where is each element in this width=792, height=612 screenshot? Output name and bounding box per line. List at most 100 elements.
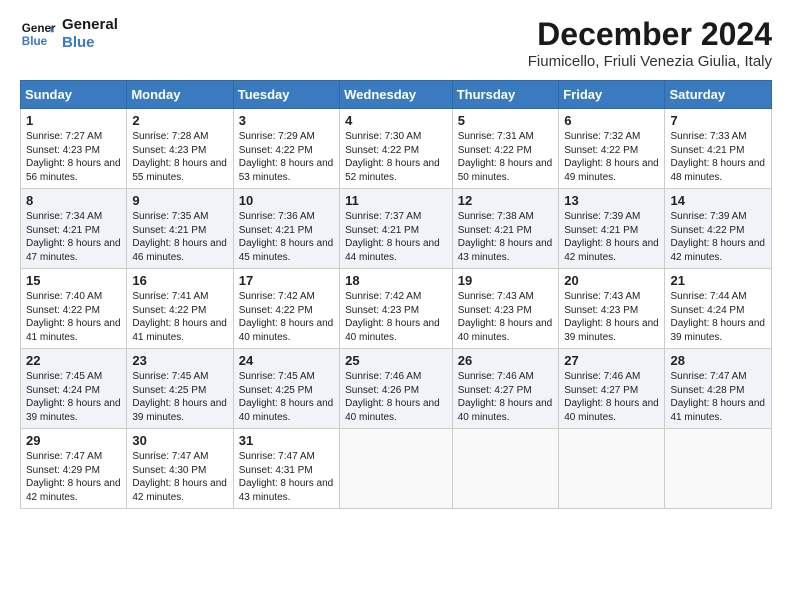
- day-number: 30: [132, 433, 227, 448]
- day-info: Sunrise: 7:39 AMSunset: 4:22 PMDaylight:…: [670, 210, 766, 264]
- table-row: 21 Sunrise: 7:44 AMSunset: 4:24 PMDayligh…: [665, 269, 772, 349]
- calendar-week-row: 22 Sunrise: 7:45 AMSunset: 4:24 PMDayligh…: [21, 349, 772, 429]
- page-title: December 2024: [528, 16, 772, 53]
- day-info: Sunrise: 7:33 AMSunset: 4:21 PMDaylight:…: [670, 130, 766, 184]
- table-row: [665, 429, 772, 509]
- day-number: 22: [26, 353, 121, 368]
- day-info: Sunrise: 7:47 AMSunset: 4:29 PMDaylight:…: [26, 450, 121, 504]
- day-info: Sunrise: 7:43 AMSunset: 4:23 PMDaylight:…: [458, 290, 554, 344]
- table-row: 5 Sunrise: 7:31 AMSunset: 4:22 PMDaylight…: [452, 109, 559, 189]
- day-number: 21: [670, 273, 766, 288]
- day-number: 1: [26, 113, 121, 128]
- table-row: [559, 429, 665, 509]
- day-info: Sunrise: 7:36 AMSunset: 4:21 PMDaylight:…: [239, 210, 334, 264]
- table-row: 11 Sunrise: 7:37 AMSunset: 4:21 PMDayligh…: [340, 189, 453, 269]
- day-number: 4: [345, 113, 447, 128]
- day-info: Sunrise: 7:42 AMSunset: 4:23 PMDaylight:…: [345, 290, 447, 344]
- day-number: 9: [132, 193, 227, 208]
- day-number: 31: [239, 433, 334, 448]
- calendar-week-row: 29 Sunrise: 7:47 AMSunset: 4:29 PMDayligh…: [21, 429, 772, 509]
- header-friday: Friday: [559, 81, 665, 109]
- table-row: 19 Sunrise: 7:43 AMSunset: 4:23 PMDayligh…: [452, 269, 559, 349]
- table-row: 8Sunrise: 7:34 AMSunset: 4:21 PMDaylight…: [21, 189, 127, 269]
- day-number: 3: [239, 113, 334, 128]
- day-info: Sunrise: 7:46 AMSunset: 4:27 PMDaylight:…: [564, 370, 659, 424]
- table-row: 27 Sunrise: 7:46 AMSunset: 4:27 PMDayligh…: [559, 349, 665, 429]
- day-info: Sunrise: 7:41 AMSunset: 4:22 PMDaylight:…: [132, 290, 227, 344]
- table-row: 1 Sunrise: 7:27 AMSunset: 4:23 PMDaylight…: [21, 109, 127, 189]
- day-number: 7: [670, 113, 766, 128]
- table-row: 25 Sunrise: 7:46 AMSunset: 4:26 PMDayligh…: [340, 349, 453, 429]
- table-row: 4 Sunrise: 7:30 AMSunset: 4:22 PMDaylight…: [340, 109, 453, 189]
- day-info: Sunrise: 7:37 AMSunset: 4:21 PMDaylight:…: [345, 210, 447, 264]
- table-row: 15 Sunrise: 7:40 AMSunset: 4:22 PMDayligh…: [21, 269, 127, 349]
- table-row: 26Sunrise: 7:46 AMSunset: 4:27 PMDayligh…: [452, 349, 559, 429]
- day-number: 27: [564, 353, 659, 368]
- day-info: Sunrise: 7:47 AMSunset: 4:28 PMDaylight:…: [670, 370, 766, 424]
- day-number: 24: [239, 353, 334, 368]
- table-row: 6Sunrise: 7:32 AMSunset: 4:22 PMDaylight…: [559, 109, 665, 189]
- day-number: 25: [345, 353, 447, 368]
- table-row: 10 Sunrise: 7:36 AMSunset: 4:21 PMDayligh…: [233, 189, 339, 269]
- table-row: 2 Sunrise: 7:28 AMSunset: 4:23 PMDaylight…: [127, 109, 233, 189]
- table-row: 22 Sunrise: 7:45 AMSunset: 4:24 PMDayligh…: [21, 349, 127, 429]
- table-row: 24 Sunrise: 7:45 AMSunset: 4:25 PMDayligh…: [233, 349, 339, 429]
- day-number: 28: [670, 353, 766, 368]
- day-info: Sunrise: 7:30 AMSunset: 4:22 PMDaylight:…: [345, 130, 447, 184]
- day-info: Sunrise: 7:27 AMSunset: 4:23 PMDaylight:…: [26, 130, 121, 184]
- day-info: Sunrise: 7:43 AMSunset: 4:23 PMDaylight:…: [564, 290, 659, 344]
- calendar-week-row: 15 Sunrise: 7:40 AMSunset: 4:22 PMDayligh…: [21, 269, 772, 349]
- title-block: December 2024 Fiumicello, Friuli Venezia…: [528, 16, 772, 70]
- logo-icon: General Blue: [20, 16, 56, 52]
- page-header: General Blue General Blue December 2024 …: [20, 16, 772, 70]
- svg-text:Blue: Blue: [22, 35, 48, 48]
- logo-name-blue: Blue: [62, 34, 118, 52]
- table-row: [340, 429, 453, 509]
- day-info: Sunrise: 7:45 AMSunset: 4:25 PMDaylight:…: [132, 370, 227, 424]
- day-number: 5: [458, 113, 554, 128]
- calendar-week-row: 1 Sunrise: 7:27 AMSunset: 4:23 PMDaylight…: [21, 109, 772, 189]
- day-number: 29: [26, 433, 121, 448]
- day-info: Sunrise: 7:32 AMSunset: 4:22 PMDaylight:…: [564, 130, 659, 184]
- day-info: Sunrise: 7:28 AMSunset: 4:23 PMDaylight:…: [132, 130, 227, 184]
- calendar-header-row: Sunday Monday Tuesday Wednesday Thursday…: [21, 81, 772, 109]
- day-number: 10: [239, 193, 334, 208]
- day-number: 15: [26, 273, 121, 288]
- table-row: 20Sunrise: 7:43 AMSunset: 4:23 PMDayligh…: [559, 269, 665, 349]
- day-info: Sunrise: 7:40 AMSunset: 4:22 PMDaylight:…: [26, 290, 121, 344]
- table-row: 9Sunrise: 7:35 AMSunset: 4:21 PMDaylight…: [127, 189, 233, 269]
- day-info: Sunrise: 7:29 AMSunset: 4:22 PMDaylight:…: [239, 130, 334, 184]
- day-number: 23: [132, 353, 227, 368]
- day-number: 14: [670, 193, 766, 208]
- day-info: Sunrise: 7:46 AMSunset: 4:26 PMDaylight:…: [345, 370, 447, 424]
- table-row: 31Sunrise: 7:47 AMSunset: 4:31 PMDayligh…: [233, 429, 339, 509]
- day-info: Sunrise: 7:47 AMSunset: 4:30 PMDaylight:…: [132, 450, 227, 504]
- table-row: 7 Sunrise: 7:33 AMSunset: 4:21 PMDaylight…: [665, 109, 772, 189]
- day-number: 18: [345, 273, 447, 288]
- day-info: Sunrise: 7:38 AMSunset: 4:21 PMDaylight:…: [458, 210, 554, 264]
- day-info: Sunrise: 7:39 AMSunset: 4:21 PMDaylight:…: [564, 210, 659, 264]
- day-number: 11: [345, 193, 447, 208]
- day-info: Sunrise: 7:45 AMSunset: 4:24 PMDaylight:…: [26, 370, 121, 424]
- day-info: Sunrise: 7:44 AMSunset: 4:24 PMDaylight:…: [670, 290, 766, 344]
- day-number: 16: [132, 273, 227, 288]
- table-row: 28 Sunrise: 7:47 AMSunset: 4:28 PMDayligh…: [665, 349, 772, 429]
- day-info: Sunrise: 7:31 AMSunset: 4:22 PMDaylight:…: [458, 130, 554, 184]
- calendar-table: Sunday Monday Tuesday Wednesday Thursday…: [20, 80, 772, 509]
- header-monday: Monday: [127, 81, 233, 109]
- table-row: 23 Sunrise: 7:45 AMSunset: 4:25 PMDayligh…: [127, 349, 233, 429]
- day-number: 26: [458, 353, 554, 368]
- day-info: Sunrise: 7:45 AMSunset: 4:25 PMDaylight:…: [239, 370, 334, 424]
- day-number: 2: [132, 113, 227, 128]
- table-row: 17Sunrise: 7:42 AMSunset: 4:22 PMDayligh…: [233, 269, 339, 349]
- table-row: 30 Sunrise: 7:47 AMSunset: 4:30 PMDayligh…: [127, 429, 233, 509]
- header-tuesday: Tuesday: [233, 81, 339, 109]
- table-row: 14 Sunrise: 7:39 AMSunset: 4:22 PMDayligh…: [665, 189, 772, 269]
- table-row: 12 Sunrise: 7:38 AMSunset: 4:21 PMDayligh…: [452, 189, 559, 269]
- logo-name: General: [62, 16, 118, 34]
- calendar-week-row: 8Sunrise: 7:34 AMSunset: 4:21 PMDaylight…: [21, 189, 772, 269]
- table-row: [452, 429, 559, 509]
- day-number: 12: [458, 193, 554, 208]
- day-number: 19: [458, 273, 554, 288]
- day-number: 8: [26, 193, 121, 208]
